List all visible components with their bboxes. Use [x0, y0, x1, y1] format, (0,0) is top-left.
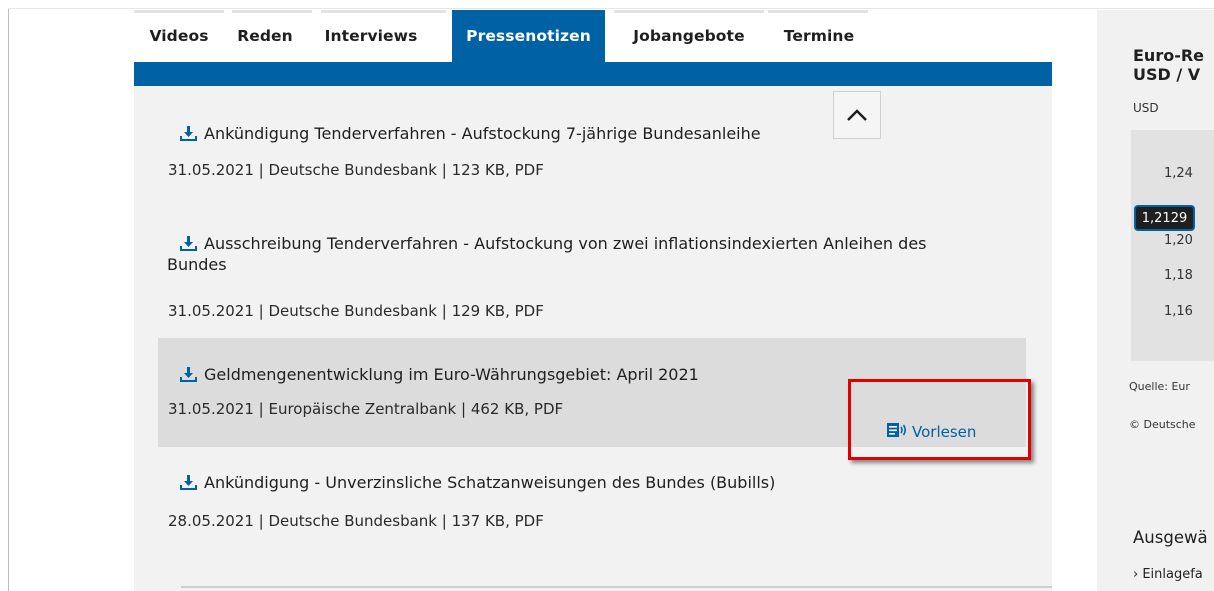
sidebar-section-heading: Ausgewä [1133, 528, 1208, 547]
chart-value-tooltip: 1,2129 [1134, 205, 1195, 231]
highlight-annotation-box [848, 379, 1031, 460]
press-item-title[interactable]: Ankündigung Tenderverfahren - Aufstockun… [180, 124, 761, 144]
press-item-title-text: Ankündigung - Unverzinsliche Schatzanwei… [204, 473, 776, 492]
sidebar-title-line2: USD / V [1133, 65, 1201, 84]
press-item-meta: 31.05.2021 | Deutsche Bundesbank | 123 K… [168, 161, 544, 179]
press-item-title[interactable]: Ankündigung - Unverzinsliche Schatzanwei… [180, 473, 775, 493]
y-tick-label: 1,20 [1164, 233, 1193, 248]
press-item-title[interactable]: Geldmengenentwicklung im Euro-Währungsge… [180, 365, 699, 385]
window-border-top [8, 8, 1214, 9]
y-tick-label: 1,18 [1164, 268, 1193, 283]
press-item-meta: 31.05.2021 | Europäische Zentralbank | 4… [168, 400, 564, 418]
sidebar-title-line1: Euro-Re [1133, 46, 1205, 65]
list-divider [181, 586, 1052, 588]
exchange-rate-chart[interactable]: 1,24 1,20 1,18 1,16 [1131, 130, 1214, 361]
download-icon [180, 126, 197, 141]
tab-interviews[interactable]: Interviews [306, 10, 436, 62]
browser-viewport: Videos Reden Interviews Pressenotizen Jo… [0, 0, 1214, 591]
press-item-title-text: Ausschreibung Tenderverfahren - Aufstock… [204, 234, 927, 253]
sidebar-title: Euro-Re USD / V [1133, 46, 1204, 84]
press-item-title-text: Ankündigung Tenderverfahren - Aufstockun… [204, 124, 761, 143]
y-tick-label: 1,16 [1164, 304, 1193, 319]
sidebar-link[interactable]: › Einlagefa [1133, 567, 1203, 582]
list-item: Ankündigung - Unverzinsliche Schatzanwei… [158, 457, 1026, 557]
press-item-title-text: Geldmengenentwicklung im Euro-Währungsge… [204, 365, 699, 384]
download-icon [180, 236, 197, 251]
window-border-left [8, 8, 9, 591]
y-tick-label: 1,24 [1164, 166, 1193, 181]
download-icon [180, 367, 197, 382]
list-item: Ausschreibung Tenderverfahren - Aufstock… [158, 224, 1026, 324]
tab-bar: Videos Reden Interviews Pressenotizen Jo… [134, 10, 1052, 62]
list-item: Ankündigung Tenderverfahren - Aufstockun… [158, 114, 1026, 190]
tab-termine[interactable]: Termine [764, 10, 874, 62]
download-icon [180, 475, 197, 490]
chart-unit-label: USD [1133, 101, 1159, 115]
press-item-meta: 28.05.2021 | Deutsche Bundesbank | 137 K… [168, 512, 544, 530]
press-releases-panel: Videos Reden Interviews Pressenotizen Jo… [134, 10, 1052, 591]
tab-videos[interactable]: Videos [134, 10, 224, 62]
exchange-rate-sidebar: Euro-Re USD / V USD 1,24 1,20 1,18 1,16 … [1097, 10, 1214, 591]
tab-jobangebote[interactable]: Jobangebote [614, 10, 764, 62]
tab-underline-bar [134, 62, 1052, 86]
tab-pressenotizen[interactable]: Pressenotizen [452, 10, 605, 62]
chart-source: Quelle: Eur [1129, 380, 1190, 393]
press-item-title[interactable]: Ausschreibung Tenderverfahren - Aufstock… [180, 234, 927, 254]
tab-reden[interactable]: Reden [224, 10, 306, 62]
press-item-meta: 31.05.2021 | Deutsche Bundesbank | 129 K… [168, 302, 544, 320]
press-item-title-continued[interactable]: Bundes [167, 255, 227, 275]
chart-copyright: © Deutsche [1129, 418, 1196, 431]
